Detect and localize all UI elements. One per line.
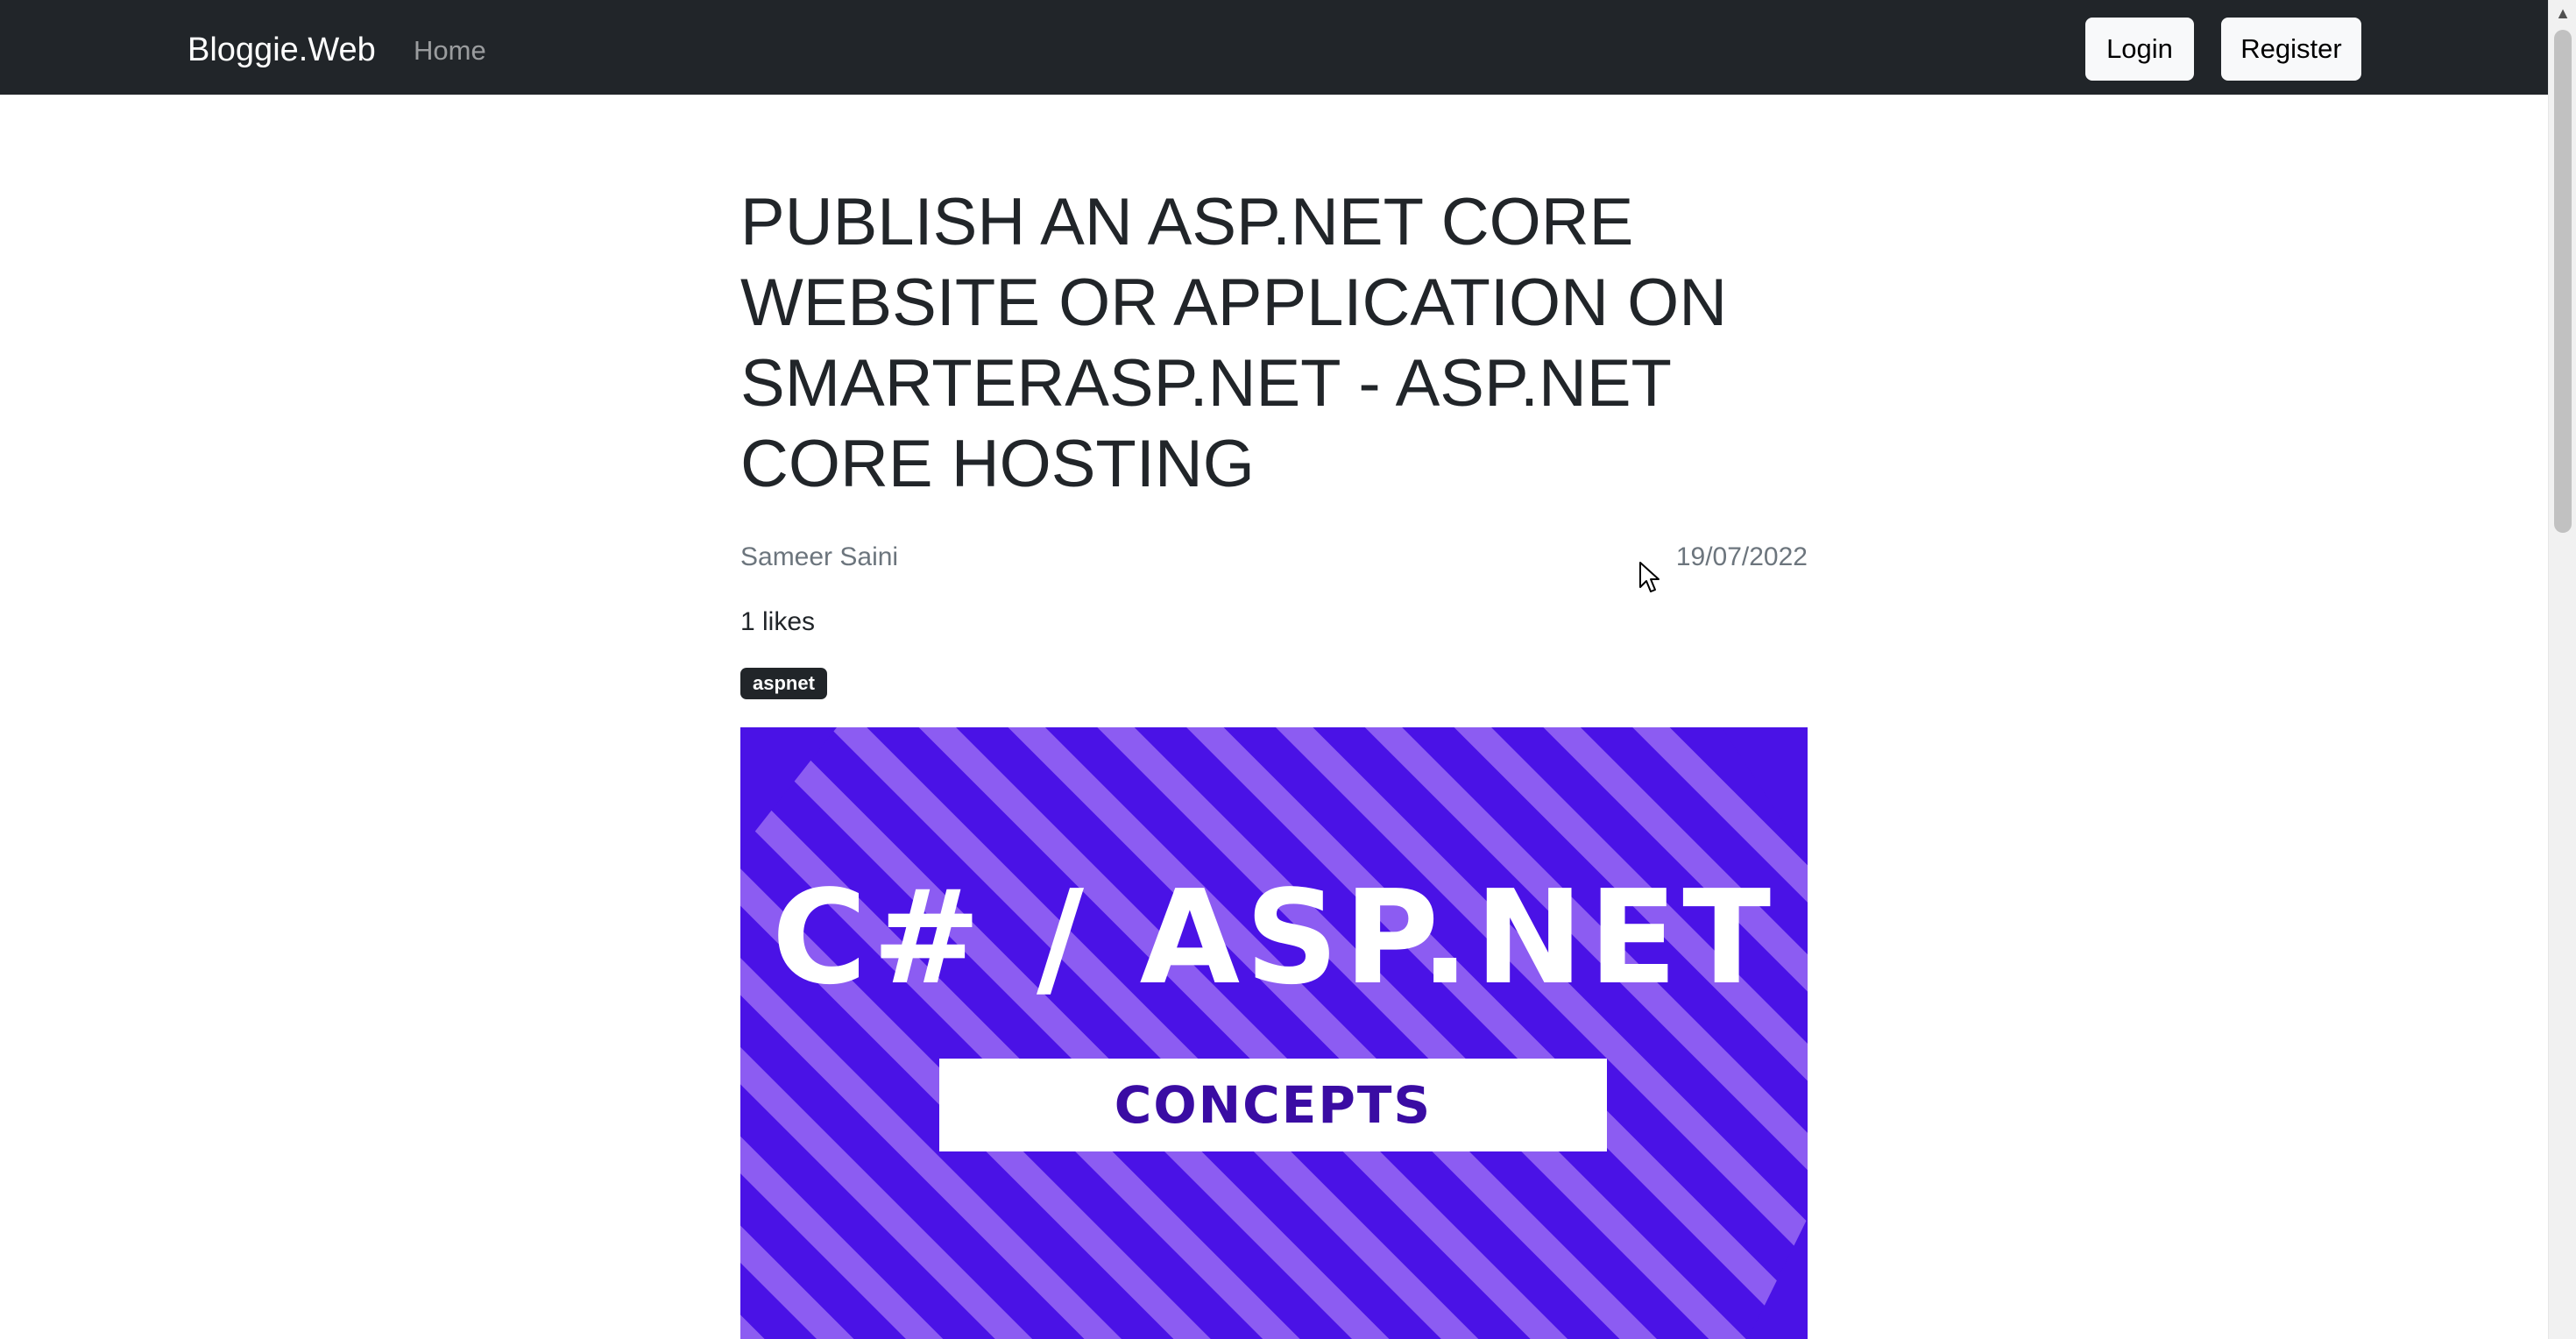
nav-home-link[interactable]: Home [414,32,486,70]
register-button[interactable]: Register [2221,18,2361,81]
login-button[interactable]: Login [2085,18,2194,81]
top-navbar: Bloggie.Web Home Login Register [0,0,2548,95]
featured-image-label: CONCEPTS [939,1059,1607,1151]
mouse-pointer-icon [1639,562,1660,592]
featured-image: C# / ASP.NET CONCEPTS [740,727,1808,1339]
post-date: 19/07/2022 [1675,542,1808,571]
scrollbar-thumb[interactable] [2554,30,2572,533]
featured-image-heading: C# / ASP.NET [771,862,1777,1013]
tag-badge: aspnet [740,668,827,699]
post-likes: 1 likes [740,607,816,636]
browser-viewport: Bloggie.Web Home Login Register PUBLISH … [0,0,2576,1339]
brand-link[interactable]: Bloggie.Web [188,28,376,72]
featured-image-stripes [740,727,1808,1339]
scroll-up-arrow-icon[interactable]: ▲ [2549,0,2576,26]
post-author: Sameer Saini [740,542,899,571]
vertical-scrollbar[interactable]: ▲ [2548,0,2576,1339]
post-title: PUBLISH AN ASP.NET CORE WEBSITE OR APPLI… [740,185,1728,501]
